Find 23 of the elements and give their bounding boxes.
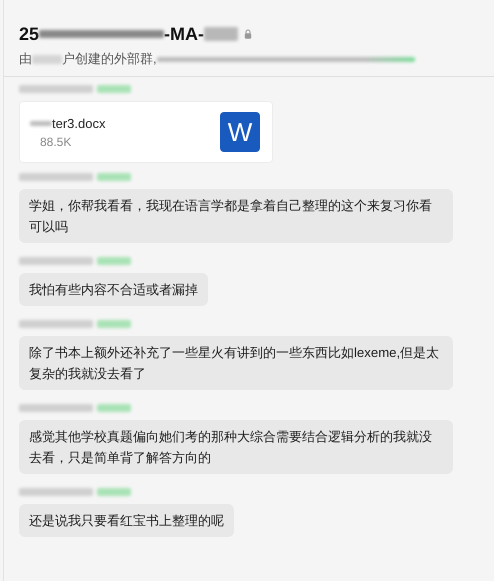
redacted-text (30, 120, 52, 126)
redacted-text (97, 404, 131, 412)
message-bubble: 还是说我只要看红宝书上整理的呢 (19, 504, 234, 537)
redacted-text (32, 54, 62, 64)
message-bubble: 感觉其他学校真题偏向她们考的那种大综合需要结合逻辑分析的我就没去看，只是简单背了解答方向的 (19, 420, 453, 474)
file-card[interactable]: ter3.docx 88.5K W (19, 101, 273, 163)
redacted-text (97, 320, 131, 328)
file-name: ter3.docx (52, 116, 106, 130)
header-text: 由 (19, 50, 32, 68)
header-text: 25 (19, 24, 40, 44)
header-text: 户创建的外部群, (62, 50, 157, 68)
redacted-text (97, 85, 131, 93)
message-bubble: 学姐，你帮我看看，我现在语言学都是拿着自己整理的这个来复习你看可以吗 (19, 189, 453, 243)
lock-icon (244, 29, 252, 39)
redacted-text (97, 173, 131, 181)
file-size: 88.5K (40, 134, 72, 148)
redacted-text (97, 257, 131, 265)
message-bubble: 除了书本上额外还补充了一些星火有讲到的一些东西比如lexeme,但是太复杂的我就没去看了 (19, 336, 453, 390)
redacted-text (97, 488, 131, 496)
header-text: -MA- (164, 24, 204, 44)
redacted-text (204, 27, 238, 41)
word-document-icon: W (220, 112, 260, 152)
message-bubble: 我怕有些内容不合适或者漏掉 (19, 273, 208, 306)
